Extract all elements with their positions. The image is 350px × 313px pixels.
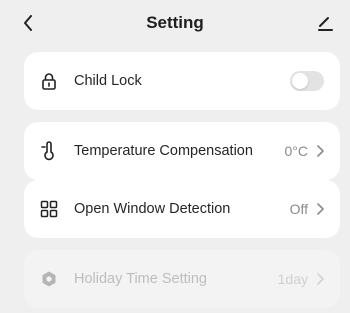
chevron-right-icon: [314, 144, 326, 158]
edit-icon: [318, 17, 333, 31]
setting-value: 0°C: [284, 143, 309, 159]
grid-icon: [38, 198, 60, 220]
hexagon-icon: [38, 268, 60, 290]
setting-label: Holiday Time Setting: [74, 271, 207, 287]
lock-icon: [38, 70, 60, 92]
setting-temperature-compensation[interactable]: Temperature Compensation 0°C: [24, 122, 340, 180]
chevron-right-icon: [314, 202, 326, 216]
setting-label: Open Window Detection: [74, 201, 231, 217]
setting-label: Child Lock: [74, 73, 142, 89]
thermometer-icon: [38, 140, 60, 162]
child-lock-toggle[interactable]: [290, 71, 324, 91]
setting-child-lock[interactable]: Child Lock: [24, 52, 340, 110]
setting-label: Temperature Compensation: [74, 143, 253, 159]
edit-button[interactable]: [312, 10, 338, 36]
setting-holiday-time: Holiday Time Setting 1day: [24, 250, 340, 308]
toggle-knob: [292, 73, 308, 89]
setting-open-window-detection[interactable]: Open Window Detection Off: [24, 180, 340, 238]
chevron-right-icon: [314, 272, 326, 286]
setting-value: Off: [289, 201, 308, 217]
page-title: Setting: [146, 13, 204, 32]
setting-value: 1day: [277, 271, 308, 287]
app-header: Setting: [0, 0, 350, 46]
